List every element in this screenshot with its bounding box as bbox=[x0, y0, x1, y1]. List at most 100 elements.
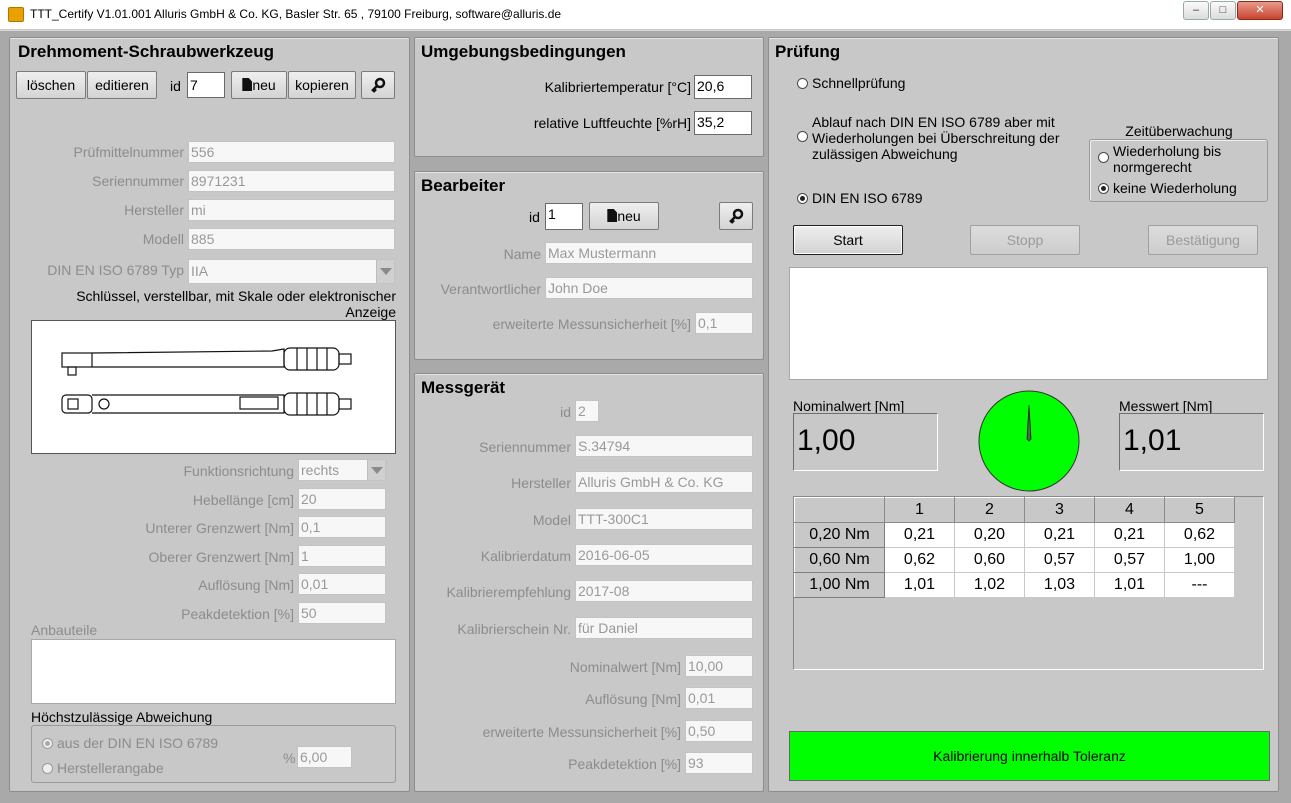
humidity-input[interactable]: 35,2 bbox=[694, 111, 752, 135]
temp-input[interactable]: 20,6 bbox=[694, 75, 752, 99]
tool-param-input[interactable]: 0,01 bbox=[298, 573, 386, 596]
operator-panel: Bearbeiter id 1 neu Name Max Mustermann … bbox=[414, 171, 764, 360]
operator-name-label: Name bbox=[503, 246, 541, 262]
operator-name-input[interactable]: Max Mustermann bbox=[545, 242, 753, 264]
results-cell: 1,01 bbox=[1094, 572, 1165, 598]
results-col-header: 3 bbox=[1024, 497, 1095, 523]
tool-param-label: Unterer Grenzwert [Nm] bbox=[145, 520, 294, 537]
stop-button[interactable]: Stopp bbox=[970, 225, 1080, 255]
device-field-label: Kalibrierdatum bbox=[480, 547, 571, 564]
operator-new-button[interactable]: neu bbox=[589, 202, 659, 230]
table-row: 0,20 Nm 0,21 0,20 0,21 0,21 0,62 bbox=[794, 522, 1235, 548]
device-small-input[interactable]: 93 bbox=[685, 751, 753, 774]
operator-unc-label: erweiterte Messunsicherheit [%] bbox=[492, 316, 691, 332]
device-field-input[interactable]: 2017-08 bbox=[575, 580, 753, 603]
document-icon bbox=[242, 78, 253, 91]
quick-test-radio[interactable]: Schnellprüfung bbox=[797, 75, 905, 91]
tool-field-label: Prüfmittelnummer bbox=[73, 144, 184, 160]
tool-param-input[interactable]: rechts bbox=[298, 459, 386, 481]
minimize-button[interactable]: – bbox=[1183, 1, 1209, 20]
attachments-label: Anbauteile bbox=[31, 622, 98, 638]
operator-resp-label: Verantwortlicher bbox=[440, 281, 541, 297]
tool-field-input[interactable]: 885 bbox=[188, 228, 395, 250]
results-col-header: 4 bbox=[1094, 497, 1165, 523]
tool-field-label: Modell bbox=[142, 231, 184, 247]
time-norepeat-radio[interactable]: keine Wiederholung bbox=[1098, 180, 1237, 196]
repeat-mode-radio[interactable]: Ablauf nach DIN EN ISO 6789 aber mit Wie… bbox=[797, 114, 1080, 162]
device-field-label: Hersteller bbox=[511, 475, 571, 492]
results-row-header: 0,20 Nm bbox=[794, 522, 885, 548]
key-icon bbox=[371, 77, 386, 93]
time-repeat-radio[interactable]: Wiederholung bis normgerecht bbox=[1098, 143, 1253, 175]
operator-id-input[interactable]: 1 bbox=[545, 203, 583, 230]
operator-resp-input[interactable]: John Doe bbox=[545, 277, 753, 299]
device-field-input[interactable]: S.34794 bbox=[575, 435, 753, 457]
copy-button[interactable]: kopieren bbox=[288, 71, 356, 99]
device-field-input[interactable]: Alluris GmbH & Co. KG bbox=[575, 471, 753, 494]
nominal-display: 1,00 bbox=[793, 413, 938, 471]
device-field-label: Kalibrierempfehlung bbox=[446, 584, 571, 601]
wrench-image bbox=[31, 320, 396, 454]
device-field-input[interactable]: TTT-300C1 bbox=[575, 507, 753, 530]
close-button[interactable]: ✕ bbox=[1237, 1, 1283, 20]
log-area[interactable] bbox=[789, 267, 1268, 380]
tool-field-input[interactable]: mi bbox=[188, 199, 395, 221]
time-monitor-title: Zeitüberwachung bbox=[1125, 123, 1233, 139]
deviation-input[interactable]: 6,00 bbox=[297, 746, 352, 768]
device-small-input[interactable]: 10,00 bbox=[685, 655, 753, 677]
tool-param-input[interactable]: 20 bbox=[298, 487, 386, 510]
tool-param-input[interactable]: 50 bbox=[298, 602, 386, 624]
deviation-manufacturer-label: Herstellerangabe bbox=[57, 760, 164, 776]
direction-select-value: rechts bbox=[301, 462, 340, 478]
tool-id-input[interactable]: 7 bbox=[187, 72, 225, 98]
type-description: Schlüssel, verstellbar, mit Skale oder e… bbox=[76, 288, 396, 320]
table-row: 0,60 Nm 0,62 0,60 0,57 0,57 1,00 bbox=[794, 547, 1235, 573]
results-cell: 0,62 bbox=[1164, 522, 1235, 548]
confirm-button[interactable]: Bestätigung bbox=[1148, 225, 1258, 255]
tool-field-label: Seriennummer bbox=[92, 173, 184, 189]
time-norepeat-label: keine Wiederholung bbox=[1113, 180, 1237, 196]
operator-unc-input[interactable]: 0,1 bbox=[695, 312, 753, 334]
type-select[interactable]: IIA bbox=[188, 259, 395, 284]
delete-button[interactable]: löschen bbox=[16, 71, 86, 99]
tool-new-button[interactable]: neu bbox=[231, 71, 287, 99]
device-small-label: erweiterte Messunsicherheit [%] bbox=[482, 723, 681, 740]
measured-label: Messwert [Nm] bbox=[1119, 398, 1213, 414]
operator-search-button[interactable] bbox=[719, 202, 753, 230]
maximize-button[interactable]: □ bbox=[1210, 1, 1236, 20]
results-corner bbox=[794, 497, 885, 523]
edit-button[interactable]: editieren bbox=[87, 71, 157, 99]
tool-param-input[interactable]: 0,1 bbox=[298, 516, 386, 539]
device-field-input[interactable]: 2016-06-05 bbox=[575, 543, 753, 566]
device-small-input[interactable]: 0,01 bbox=[685, 687, 753, 710]
tool-field-input[interactable]: 556 bbox=[188, 141, 395, 163]
device-id-input[interactable]: 2 bbox=[575, 400, 599, 422]
device-field-input[interactable]: für Daniel bbox=[575, 616, 753, 639]
status-banner: Kalibrierung innerhalb Toleranz bbox=[789, 731, 1270, 781]
env-panel-title: Umgebungsbedingungen bbox=[421, 42, 626, 61]
window-title: TTT_Certify V1.01.001 Alluris GmbH & Co.… bbox=[30, 7, 562, 21]
results-table: 12345 0,20 Nm 0,21 0,20 0,21 0,21 0,62 0,60 Nm… bbox=[794, 497, 1235, 598]
operator-id-label: id bbox=[529, 209, 540, 225]
env-panel: Umgebungsbedingungen Kalibriertemperatur… bbox=[414, 37, 764, 157]
device-field-label: Kalibrierschein Nr. bbox=[457, 620, 571, 637]
deviation-norm-radio[interactable]: aus der DIN EN ISO 6789 bbox=[42, 735, 218, 751]
repeat-mode-label: Ablauf nach DIN EN ISO 6789 aber mit Wie… bbox=[812, 114, 1060, 162]
tool-field-input[interactable]: 8971231 bbox=[188, 170, 395, 192]
attachments-textarea[interactable] bbox=[31, 639, 396, 704]
results-cell: 1,03 bbox=[1024, 572, 1095, 598]
din-mode-radio[interactable]: DIN EN ISO 6789 bbox=[797, 190, 923, 206]
deviation-label: Höchstzulässige Abweichung bbox=[31, 709, 213, 725]
device-small-label: Nominalwert [Nm] bbox=[569, 659, 681, 675]
start-button[interactable]: Start bbox=[793, 225, 903, 255]
tool-param-input[interactable]: 1 bbox=[298, 544, 386, 567]
tool-search-button[interactable] bbox=[361, 71, 395, 99]
tool-param-label: Peakdetektion [%] bbox=[181, 606, 294, 622]
device-small-label: Peakdetektion [%] bbox=[568, 755, 681, 772]
tool-panel: Drehmoment-Schraubwerkzeug löschen editi… bbox=[9, 37, 410, 792]
device-small-input[interactable]: 0,50 bbox=[685, 719, 753, 742]
results-cell: 0,21 bbox=[1094, 522, 1165, 548]
device-field-label: Model bbox=[532, 511, 571, 528]
key-icon bbox=[729, 208, 744, 224]
deviation-manufacturer-radio[interactable]: Herstellerangabe bbox=[42, 760, 164, 776]
